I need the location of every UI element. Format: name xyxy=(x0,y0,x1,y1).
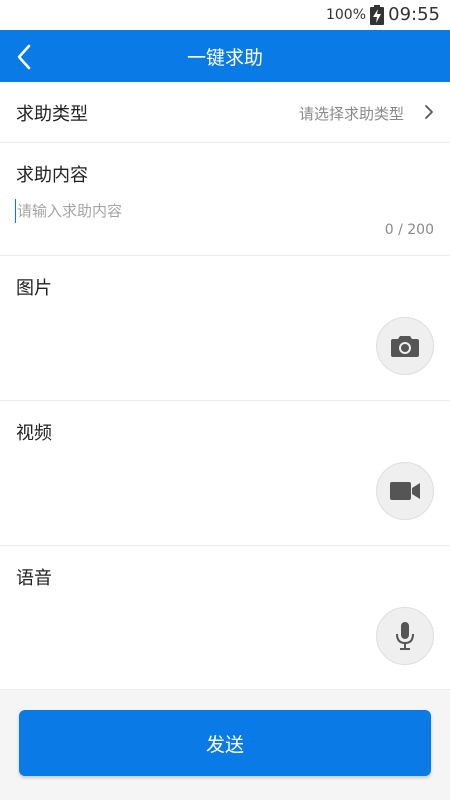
help-content-section: 求助内容 0 / 200 xyxy=(0,143,450,256)
help-content-input[interactable] xyxy=(15,199,417,223)
video-section: 视频 xyxy=(0,401,450,546)
video-label: 视频 xyxy=(16,423,52,444)
chevron-right-icon xyxy=(425,105,433,119)
help-content-label: 求助内容 xyxy=(16,165,88,186)
app-header: 一键求助 xyxy=(0,30,450,82)
image-section: 图片 xyxy=(0,256,450,401)
camera-icon xyxy=(391,336,419,357)
footer: 发送 xyxy=(0,690,450,800)
help-type-label: 求助类型 xyxy=(16,104,88,125)
send-button[interactable]: 发送 xyxy=(19,710,431,776)
record-voice-button[interactable] xyxy=(376,607,434,665)
battery-charging-icon xyxy=(370,5,384,25)
battery-percent: 100% xyxy=(325,7,366,23)
add-video-button[interactable] xyxy=(376,462,434,520)
voice-label: 语音 xyxy=(16,568,52,589)
add-image-button[interactable] xyxy=(376,317,434,375)
char-counter: 0 / 200 xyxy=(384,222,434,238)
voice-section: 语音 xyxy=(0,546,450,690)
help-type-selector[interactable]: 求助类型 请选择求助类型 xyxy=(0,82,450,143)
video-camera-icon xyxy=(390,482,420,500)
page-title: 一键求助 xyxy=(186,47,263,69)
help-type-value: 请选择求助类型 xyxy=(298,105,404,123)
image-label: 图片 xyxy=(16,278,52,299)
microphone-icon xyxy=(396,622,414,650)
clock: 09:55 xyxy=(388,4,440,25)
status-bar: 100% 09:55 xyxy=(0,0,450,30)
